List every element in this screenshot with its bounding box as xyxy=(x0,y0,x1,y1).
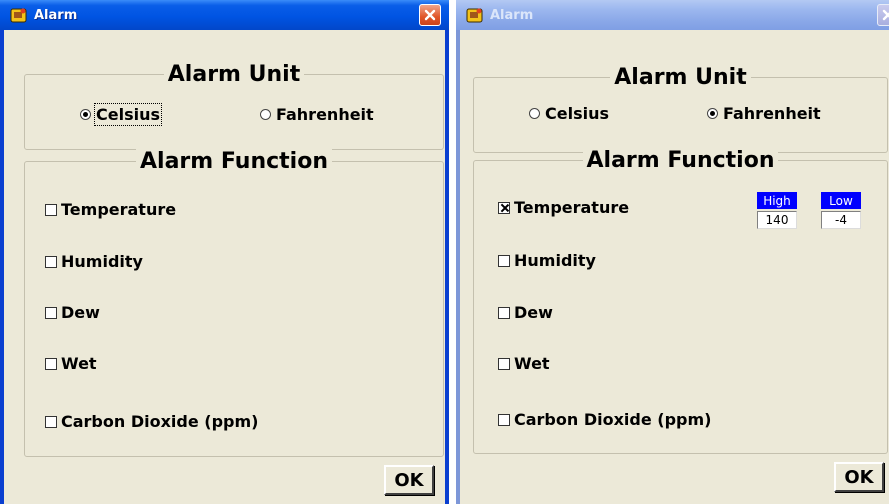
checkbox-checked-icon xyxy=(498,201,510,214)
low-limit-label: Low xyxy=(821,192,861,209)
ok-button[interactable]: OK xyxy=(384,465,434,495)
app-icon xyxy=(466,7,484,24)
celsius-label: Celsius xyxy=(545,104,609,123)
alarm-unit-group: Alarm Unit Celsius Fahrenheit xyxy=(473,65,888,153)
temperature-label: Temperature xyxy=(61,200,177,219)
carbon-dioxide-label: Carbon Dioxide (ppm) xyxy=(514,410,712,429)
alarm-function-group: Alarm Function Temperature High 140 Low … xyxy=(473,148,888,454)
dew-label: Dew xyxy=(61,303,100,322)
celsius-radio[interactable]: Celsius xyxy=(80,103,162,126)
low-limit-input[interactable]: -4 xyxy=(821,211,861,229)
radio-unselected-icon xyxy=(529,108,540,119)
wet-checkbox[interactable]: Wet xyxy=(45,354,97,373)
close-button[interactable] xyxy=(877,4,889,26)
high-limit-label: High xyxy=(757,192,797,209)
window-title: Alarm xyxy=(490,7,534,23)
title-bar[interactable]: Alarm xyxy=(0,0,449,30)
checkbox-icon xyxy=(498,413,510,426)
fahrenheit-label: Fahrenheit xyxy=(276,105,374,124)
ok-button[interactable]: OK xyxy=(834,462,884,492)
dew-checkbox[interactable]: Dew xyxy=(498,303,553,322)
celsius-label: Celsius xyxy=(94,103,162,126)
fahrenheit-label: Fahrenheit xyxy=(723,104,821,123)
checkbox-icon xyxy=(498,306,510,319)
alarm-window-fahrenheit: Alarm Alarm Unit Celsius Fahrenheit Alar… xyxy=(456,0,889,504)
fahrenheit-radio[interactable]: Fahrenheit xyxy=(707,104,821,123)
checkbox-icon xyxy=(498,254,510,267)
alarm-unit-heading: Alarm Unit xyxy=(610,65,751,90)
carbon-dioxide-label: Carbon Dioxide (ppm) xyxy=(61,412,259,431)
radio-unselected-icon xyxy=(260,109,271,120)
checkbox-icon xyxy=(45,306,57,319)
wet-label: Wet xyxy=(514,354,550,373)
alarm-window-celsius: Alarm Alarm Unit Celsius Fahrenheit Alar… xyxy=(0,0,449,504)
radio-selected-icon xyxy=(707,108,718,119)
checkbox-icon xyxy=(45,255,57,268)
carbon-dioxide-checkbox[interactable]: Carbon Dioxide (ppm) xyxy=(498,410,711,429)
checkbox-icon xyxy=(45,203,57,216)
checkbox-icon xyxy=(45,357,57,370)
wet-label: Wet xyxy=(61,354,97,373)
wet-checkbox[interactable]: Wet xyxy=(498,354,550,373)
checkbox-icon xyxy=(498,357,510,370)
checkbox-icon xyxy=(45,415,57,428)
alarm-function-group: Alarm Function Temperature Humidity Dew … xyxy=(24,149,444,457)
alarm-unit-heading: Alarm Unit xyxy=(163,62,305,87)
close-icon xyxy=(424,9,436,21)
dew-label: Dew xyxy=(514,303,553,322)
temperature-label: Temperature xyxy=(514,198,630,217)
temperature-checkbox[interactable]: Temperature xyxy=(498,198,629,217)
close-icon xyxy=(882,9,889,21)
dew-checkbox[interactable]: Dew xyxy=(45,303,100,322)
temperature-checkbox[interactable]: Temperature xyxy=(45,200,176,219)
title-bar[interactable]: Alarm xyxy=(456,0,889,30)
radio-selected-icon xyxy=(80,109,91,120)
carbon-dioxide-checkbox[interactable]: Carbon Dioxide (ppm) xyxy=(45,412,258,431)
humidity-checkbox[interactable]: Humidity xyxy=(45,252,143,271)
celsius-radio[interactable]: Celsius xyxy=(529,104,609,123)
alarm-function-heading: Alarm Function xyxy=(136,149,332,174)
high-limit-input[interactable]: 140 xyxy=(757,211,797,229)
alarm-unit-group: Alarm Unit Celsius Fahrenheit xyxy=(24,62,444,150)
fahrenheit-radio[interactable]: Fahrenheit xyxy=(260,105,374,124)
humidity-label: Humidity xyxy=(514,251,596,270)
window-title: Alarm xyxy=(34,7,78,23)
humidity-label: Humidity xyxy=(61,252,143,271)
app-icon xyxy=(10,7,28,24)
humidity-checkbox[interactable]: Humidity xyxy=(498,251,596,270)
close-button[interactable] xyxy=(419,4,441,26)
alarm-function-heading: Alarm Function xyxy=(582,148,779,173)
